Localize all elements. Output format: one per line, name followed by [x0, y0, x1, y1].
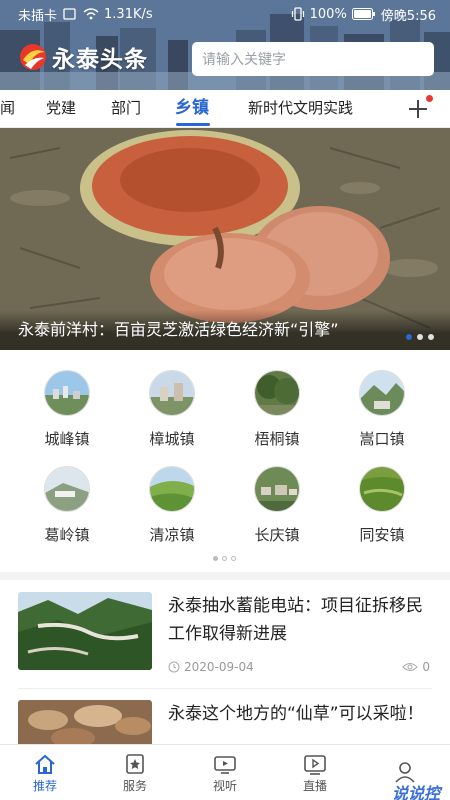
- town-thumbnail: [254, 370, 300, 416]
- vibrate-icon: [291, 7, 304, 21]
- news-separator: [18, 688, 432, 689]
- banner-pager-dot: [417, 334, 423, 340]
- nav-label: 视听: [212, 778, 237, 793]
- nav-label: 直播: [302, 778, 327, 793]
- town-label: 梧桐镇: [254, 430, 300, 448]
- wifi-icon: [83, 8, 99, 20]
- news-title: 永泰抽水蓄能电站：项目征拆移民工作取得新进展: [168, 596, 423, 644]
- town-item-songkou[interactable]: 嵩口镇: [342, 370, 422, 449]
- news-title: 永泰这个地方的“仙草”可以采啦！: [168, 704, 424, 724]
- town-item-geling[interactable]: 葛岭镇: [27, 466, 107, 545]
- nav-recommend[interactable]: 推荐: [0, 745, 90, 800]
- nav-audio-video[interactable]: 视听: [180, 745, 270, 800]
- logo-text: 永泰头条: [52, 47, 148, 73]
- nav-label: 服务: [122, 778, 147, 793]
- news-item[interactable]: 永泰这个地方的“仙草”可以采啦！: [18, 700, 432, 744]
- battery-percent: 100%: [309, 6, 347, 22]
- clock: 傍晚5:56: [380, 8, 436, 24]
- logo-swirl-icon: [20, 44, 46, 70]
- app-header: 未插卡 1.31K/s 100% 傍晚5:56 永泰头条 请输入关键字: [0, 0, 450, 90]
- town-label: 樟城镇: [149, 430, 195, 448]
- app-logo: 永泰头条: [18, 40, 148, 74]
- town-label: 嵩口镇: [359, 430, 405, 448]
- town-item-qingliang[interactable]: 清凉镇: [132, 466, 212, 545]
- banner-caption: 永泰前洋村：百亩灵芝激活绿色经济新“引擎”: [0, 310, 450, 350]
- town-item-chengfeng[interactable]: 城峰镇: [27, 370, 107, 449]
- town-thumbnail: [359, 370, 405, 416]
- search-placeholder: 请输入关键字: [202, 52, 286, 68]
- active-tab-indicator: [176, 123, 210, 126]
- news-date: 2020-09-04: [184, 660, 254, 674]
- watermark-text: 说说控: [392, 784, 441, 800]
- status-bar: 未插卡 1.31K/s 100% 傍晚5:56: [0, 0, 450, 28]
- banner-pager: [406, 334, 434, 340]
- town-label: 清凉镇: [149, 526, 195, 544]
- town-grid: 城峰镇 樟城镇 梧桐镇 嵩口镇 葛岭镇 清凉镇 长庆镇 同安镇: [0, 362, 450, 552]
- banner-pager-dot: [428, 334, 434, 340]
- town-item-tongan[interactable]: 同安镇: [342, 466, 422, 545]
- tab-departments[interactable]: 部门: [111, 90, 141, 128]
- banner-carousel[interactable]: 永泰前洋村：百亩灵芝激活绿色经济新“引擎”: [0, 128, 450, 350]
- home-icon: [35, 754, 55, 774]
- town-item-wutong[interactable]: 梧桐镇: [237, 370, 317, 449]
- tab-civilization-practice[interactable]: 新时代文明实践: [248, 90, 353, 128]
- town-pager-dot: [231, 556, 236, 561]
- search-input[interactable]: 请输入关键字: [192, 42, 434, 76]
- nav-live[interactable]: 直播: [270, 745, 360, 800]
- town-thumbnail: [149, 370, 195, 416]
- nav-services[interactable]: 服务: [90, 745, 180, 800]
- banner-pager-dot: [406, 334, 412, 340]
- services-star-icon: [126, 753, 144, 774]
- town-thumbnail: [44, 466, 90, 512]
- town-thumbnail: [44, 370, 90, 416]
- town-label: 葛岭镇: [44, 526, 90, 544]
- news-item[interactable]: 永泰抽水蓄能电站：项目征拆移民工作取得新进展 2020-09-04 0: [18, 592, 432, 678]
- town-item-zhangcheng[interactable]: 樟城镇: [132, 370, 212, 449]
- town-item-changqing[interactable]: 长庆镇: [237, 466, 317, 545]
- network-speed: 1.31K/s: [104, 6, 153, 22]
- bottom-nav: 推荐 服务 视听 直播: [0, 744, 450, 800]
- clock-icon: [168, 661, 180, 673]
- news-views: 0: [422, 660, 430, 674]
- carrier-text: 未插卡: [18, 8, 58, 24]
- town-grid-pager: [213, 556, 236, 561]
- town-thumbnail: [254, 466, 300, 512]
- town-label: 长庆镇: [254, 526, 300, 544]
- town-label: 城峰镇: [44, 430, 90, 448]
- news-meta: 2020-09-04 0: [168, 660, 430, 674]
- sim-icon: [63, 8, 76, 20]
- nav-label: 推荐: [32, 778, 57, 793]
- tab-news[interactable]: 闻: [0, 90, 15, 128]
- town-thumbnail: [149, 466, 195, 512]
- news-thumbnail: [18, 592, 152, 670]
- tab-party-building[interactable]: 党建: [46, 90, 76, 128]
- eye-icon: [402, 663, 419, 671]
- town-label: 同安镇: [359, 526, 405, 544]
- town-pager-dot: [213, 556, 218, 561]
- live-play-icon: [304, 754, 326, 775]
- town-thumbnail: [359, 466, 405, 512]
- notification-dot: [426, 95, 433, 102]
- section-divider: [0, 572, 450, 580]
- channel-tabs: 闻 党建 部门 乡镇 新时代文明实践: [0, 90, 450, 128]
- battery-icon: [351, 8, 375, 20]
- tv-icon: [214, 755, 236, 774]
- town-pager-dot: [222, 556, 227, 561]
- news-thumbnail: [18, 700, 152, 744]
